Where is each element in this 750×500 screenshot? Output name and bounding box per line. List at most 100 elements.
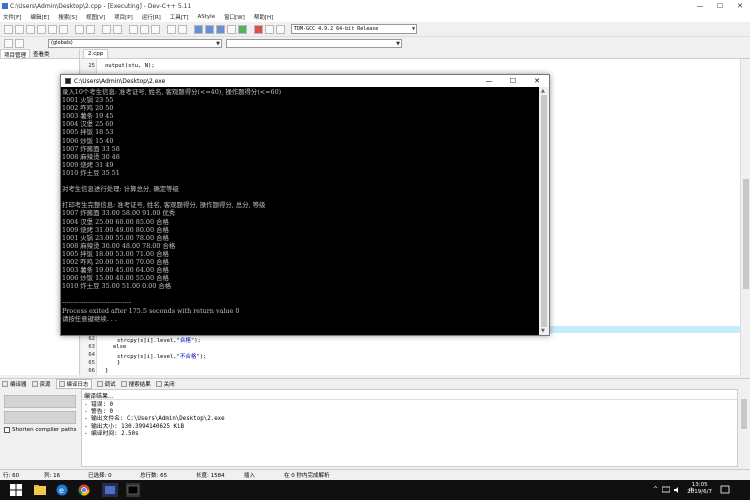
- compile-run-icon[interactable]: [216, 24, 225, 34]
- scroll-down-icon[interactable]: ▼: [541, 328, 545, 334]
- console-line: 1005 拌饭 18.00 53.00 71.00 合格: [62, 249, 169, 258]
- menu-window[interactable]: 窗口[W]: [224, 13, 245, 21]
- menu-run[interactable]: 运行[R]: [142, 13, 161, 21]
- tab-search-results[interactable]: 搜索结果: [120, 380, 151, 388]
- console-line: 1010 炸土豆 35 51: [62, 168, 120, 177]
- scope-select[interactable]: (globals) ▼: [48, 38, 222, 48]
- close-icon: [155, 381, 162, 387]
- close-button[interactable]: ✕: [730, 2, 750, 10]
- run-icon[interactable]: [205, 24, 214, 34]
- maximize-button[interactable]: ☐: [710, 2, 730, 10]
- tray-chevron-icon[interactable]: ^: [653, 486, 658, 493]
- print-icon[interactable]: [59, 24, 68, 34]
- add-to-project-icon[interactable]: [140, 24, 149, 34]
- status-col: 列: 16: [44, 473, 61, 479]
- abort-compilation-button[interactable]: [4, 395, 76, 408]
- line-number: 63: [88, 344, 95, 350]
- status-length: 长度: 1584: [196, 473, 225, 479]
- line-number: 66: [88, 368, 95, 374]
- shorten-paths-option[interactable]: Shorten compiler paths: [4, 427, 76, 433]
- stop-icon[interactable]: [254, 24, 263, 34]
- console-output[interactable]: 录入10个考生信息: 准考证号, 姓名, 客观题得分(<=40), 操作题得分(…: [61, 87, 539, 335]
- tab-project-manager[interactable]: 项目管理: [0, 49, 31, 59]
- menu-search[interactable]: 搜索[S]: [58, 13, 77, 21]
- goto-line-icon[interactable]: [167, 24, 176, 34]
- editor-scrollbar-thumb[interactable]: [743, 179, 749, 289]
- file-explorer-icon[interactable]: [34, 484, 46, 496]
- code-line: else: [113, 344, 127, 350]
- console-line: 1003 薯条 19.00 45.00 64.00 合格: [62, 266, 169, 275]
- menu-bar: 文件[F] 编辑[E] 搜索[S] 视图[V] 项目[P] 运行[R] 工具[T…: [0, 12, 750, 22]
- redo-icon[interactable]: [86, 24, 95, 34]
- save-all-icon[interactable]: [37, 24, 46, 34]
- class-toolbar: (globals) ▼ ▼: [0, 37, 750, 49]
- menu-edit[interactable]: 编辑[E]: [30, 13, 49, 21]
- volume-icon[interactable]: [674, 486, 682, 494]
- console-scrollbar-thumb[interactable]: [541, 95, 547, 327]
- save-icon[interactable]: [26, 24, 35, 34]
- profile-icon[interactable]: [276, 24, 285, 34]
- console-minimize-button[interactable]: —: [477, 77, 501, 85]
- taskbar: e ^ 中 13:05 2019/6/7: [0, 480, 750, 500]
- console-close-button[interactable]: ✕: [525, 77, 549, 85]
- debug-icon[interactable]: [265, 24, 274, 34]
- tab-2cpp[interactable]: 2.cpp: [83, 49, 109, 58]
- new-file-icon[interactable]: [4, 24, 13, 34]
- console-taskbar-icon[interactable]: [126, 483, 140, 497]
- rebuild-icon[interactable]: [227, 24, 236, 34]
- tab-debug[interactable]: 调试: [96, 380, 116, 388]
- shorten-paths-checkbox[interactable]: [4, 427, 10, 433]
- compile-icon[interactable]: [194, 24, 203, 34]
- chevron-down-icon: ▼: [396, 40, 400, 47]
- menu-view[interactable]: 视图[V]: [86, 13, 105, 21]
- devcpp-taskbar-icon[interactable]: [102, 483, 118, 497]
- undo-icon[interactable]: [75, 24, 84, 34]
- console-line: 1009 烧烤 31.00 49.00 80.00 合格: [62, 225, 169, 234]
- windows-start-icon[interactable]: [10, 484, 22, 496]
- log-option-button[interactable]: [4, 411, 76, 424]
- tab-compile-log[interactable]: 编译日志: [55, 379, 92, 389]
- replace-icon[interactable]: [113, 24, 122, 34]
- search-icon: [120, 381, 127, 387]
- compiler-select[interactable]: TDM-GCC 4.9.2 64-bit Release ▼: [291, 24, 417, 34]
- console-title: C:\Users\Admin\Desktop\2.exe: [74, 77, 166, 85]
- tab-class-browser[interactable]: 查看类: [30, 49, 53, 58]
- insert-icon[interactable]: [4, 38, 13, 48]
- compile-log[interactable]: 编译结果... - 错误: 0- 警告: 0- 输出文件名: C:\Users\…: [81, 389, 738, 467]
- notifications-icon[interactable]: [720, 485, 730, 495]
- menu-astyle[interactable]: AStyle: [198, 14, 216, 20]
- network-icon[interactable]: [662, 486, 670, 494]
- minimize-button[interactable]: —: [690, 2, 710, 10]
- remove-from-project-icon[interactable]: [151, 24, 160, 34]
- close-file-icon[interactable]: [48, 24, 57, 34]
- edge-browser-icon[interactable]: e: [56, 484, 68, 496]
- check-icon[interactable]: [238, 24, 247, 34]
- function-select[interactable]: ▼: [226, 38, 402, 48]
- scroll-up-icon[interactable]: ▲: [541, 88, 545, 94]
- chrome-browser-icon[interactable]: [78, 484, 90, 496]
- compile-log-scrollbar[interactable]: [738, 389, 750, 467]
- editor-scrollbar[interactable]: [740, 59, 750, 375]
- menu-project[interactable]: 项目[P]: [114, 13, 133, 21]
- tab-close[interactable]: 关闭: [155, 380, 175, 388]
- console-maximize-button[interactable]: ☐: [501, 77, 525, 85]
- menu-tools[interactable]: 工具[T]: [170, 13, 189, 21]
- console-title-bar: C:\Users\Admin\Desktop\2.exe — ☐ ✕: [61, 75, 549, 87]
- tab-resources[interactable]: 资源: [31, 380, 51, 388]
- status-total-lines: 总行数: 65: [140, 473, 168, 479]
- compile-log-scrollbar-thumb[interactable]: [741, 399, 747, 429]
- menu-help[interactable]: 帮助[H]: [254, 13, 273, 21]
- open-file-icon[interactable]: [15, 24, 24, 34]
- menu-file[interactable]: 文件[F]: [3, 13, 21, 21]
- toggle-bookmark-icon[interactable]: [178, 24, 187, 34]
- status-parse: 在 0 秒内完成解析: [284, 473, 330, 479]
- new-project-icon[interactable]: [129, 24, 138, 34]
- tab-compiler[interactable]: 编译器: [2, 380, 27, 388]
- find-icon[interactable]: [102, 24, 111, 34]
- toggle-comment-icon[interactable]: [15, 38, 24, 48]
- svg-text:e: e: [59, 486, 64, 495]
- clock[interactable]: 13:05 2019/6/7: [687, 482, 712, 496]
- console-scrollbar[interactable]: ▲ ▼: [539, 87, 549, 335]
- console-window[interactable]: C:\Users\Admin\Desktop\2.exe — ☐ ✕ 录入10个…: [60, 74, 550, 336]
